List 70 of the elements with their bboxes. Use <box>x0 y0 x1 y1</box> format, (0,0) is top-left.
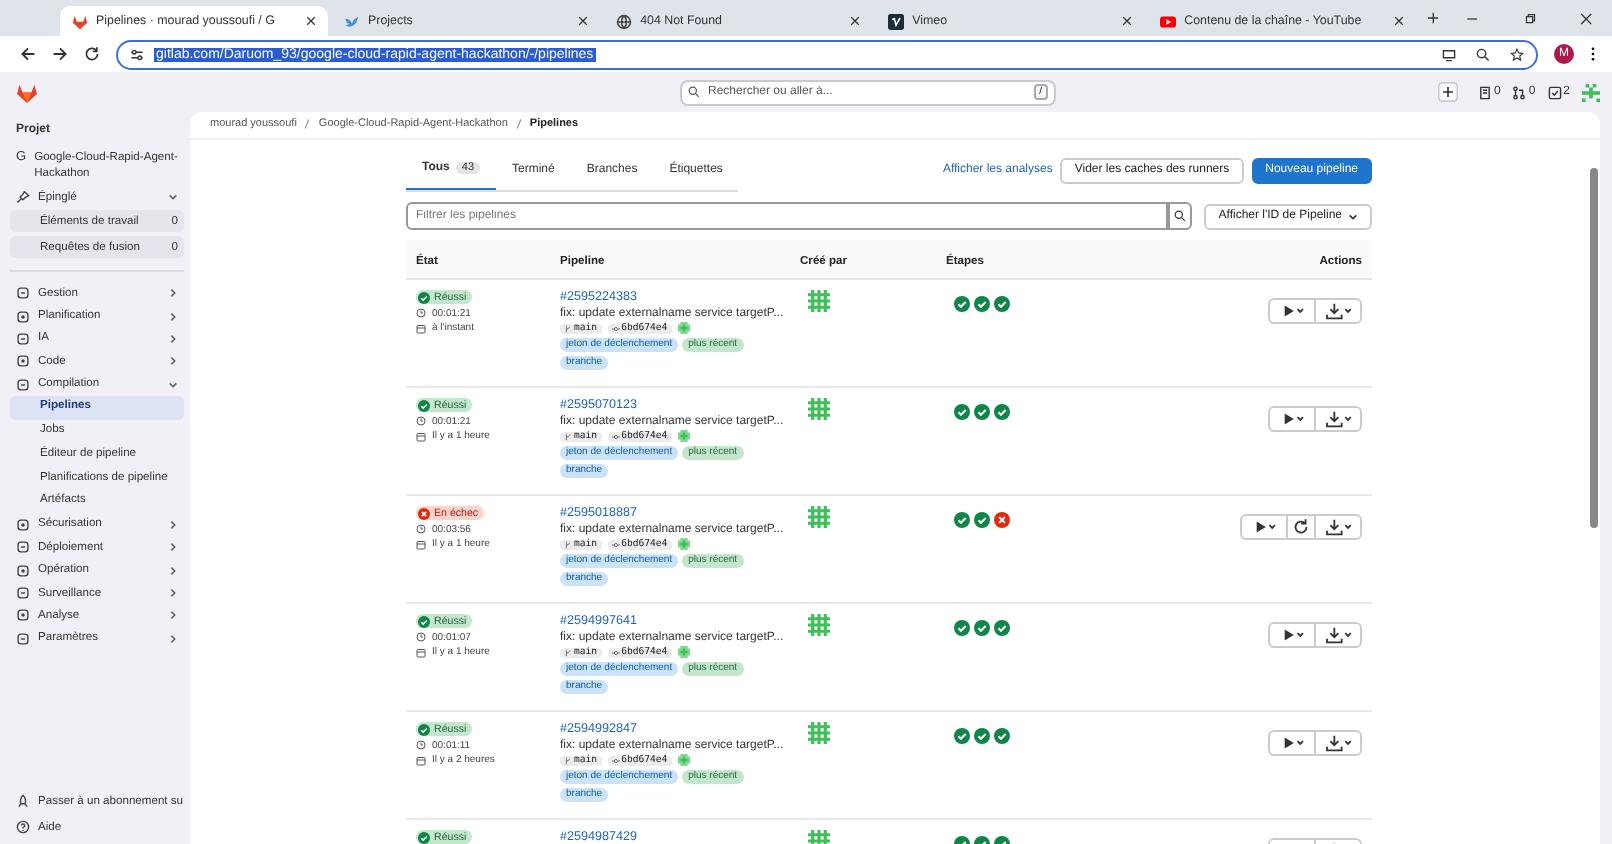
separator-icon <box>304 118 311 130</box>
commit-icon <box>611 431 620 441</box>
check-circle-icon <box>418 615 430 627</box>
commit-icon <box>611 647 620 657</box>
play-logo-icon <box>1160 13 1177 29</box>
stage-success-icon[interactable] <box>974 620 990 636</box>
issues-icon <box>1477 85 1492 99</box>
check-circle-icon <box>418 399 430 411</box>
pin-icon <box>16 190 30 205</box>
user-avatar <box>677 430 690 442</box>
close-icon[interactable] <box>1579 11 1593 25</box>
commit-icon <box>611 539 620 549</box>
close-icon[interactable] <box>850 16 861 26</box>
close-icon[interactable] <box>1394 16 1405 26</box>
clock-icon <box>416 740 426 750</box>
stage-success-icon[interactable] <box>974 512 990 528</box>
stage-success-icon[interactable] <box>954 512 970 528</box>
more-icon[interactable] <box>1590 46 1596 62</box>
back-icon[interactable] <box>20 46 36 62</box>
search-icon <box>1174 210 1187 222</box>
commit-icon <box>611 323 620 333</box>
help-icon <box>16 820 30 834</box>
fox-logo-icon[interactable] <box>16 81 38 103</box>
user-avatar <box>677 646 690 658</box>
restore-icon[interactable] <box>1523 11 1536 25</box>
bird-icon <box>344 13 361 29</box>
merge-icon <box>1512 85 1527 99</box>
search-button[interactable] <box>1168 202 1193 230</box>
todo-icon <box>1547 85 1562 99</box>
stage-success-icon[interactable] <box>954 728 970 744</box>
reload-icon[interactable] <box>84 46 100 62</box>
stage-success-icon[interactable] <box>994 296 1010 312</box>
stage-success-icon[interactable] <box>994 620 1010 636</box>
zoom-icon[interactable] <box>1476 47 1490 61</box>
close-icon[interactable] <box>1122 16 1133 26</box>
stage-success-icon[interactable] <box>954 404 970 420</box>
stage-failed-icon[interactable] <box>994 512 1010 528</box>
stage-success-icon[interactable] <box>974 296 990 312</box>
clock-icon <box>416 416 426 426</box>
square-logo-icon <box>888 13 905 29</box>
stage-success-icon[interactable] <box>994 728 1010 744</box>
close-icon[interactable] <box>578 16 589 26</box>
install-icon[interactable] <box>1442 47 1456 61</box>
star-icon[interactable] <box>1510 47 1524 61</box>
caret-icon <box>1348 211 1358 221</box>
stage-success-icon[interactable] <box>954 620 970 636</box>
stage-success-icon[interactable] <box>954 296 970 312</box>
stage-success-icon[interactable] <box>994 404 1010 420</box>
new-tab-icon[interactable] <box>1428 12 1439 24</box>
forward-icon[interactable] <box>52 46 68 62</box>
scrollbar[interactable] <box>1590 168 1598 528</box>
commit-icon <box>611 755 620 765</box>
stage-success-icon[interactable] <box>974 728 990 744</box>
stage-success-icon[interactable] <box>974 404 990 420</box>
error-circle-icon <box>418 507 430 519</box>
clock-icon <box>416 632 426 642</box>
globe-icon <box>616 13 633 29</box>
check-circle-icon <box>418 723 430 735</box>
user-avatar <box>677 538 690 550</box>
separator-icon <box>515 118 522 130</box>
sliders-icon[interactable] <box>130 47 144 61</box>
plus-icon[interactable] <box>1437 82 1458 102</box>
clock-icon <box>416 308 426 318</box>
user-avatar <box>677 322 690 334</box>
fox-logo-icon <box>72 13 88 29</box>
check-circle-icon <box>418 291 430 303</box>
user-avatar <box>677 754 690 766</box>
close-icon[interactable] <box>306 16 317 26</box>
clock-icon <box>416 524 426 534</box>
search-icon <box>687 86 700 98</box>
